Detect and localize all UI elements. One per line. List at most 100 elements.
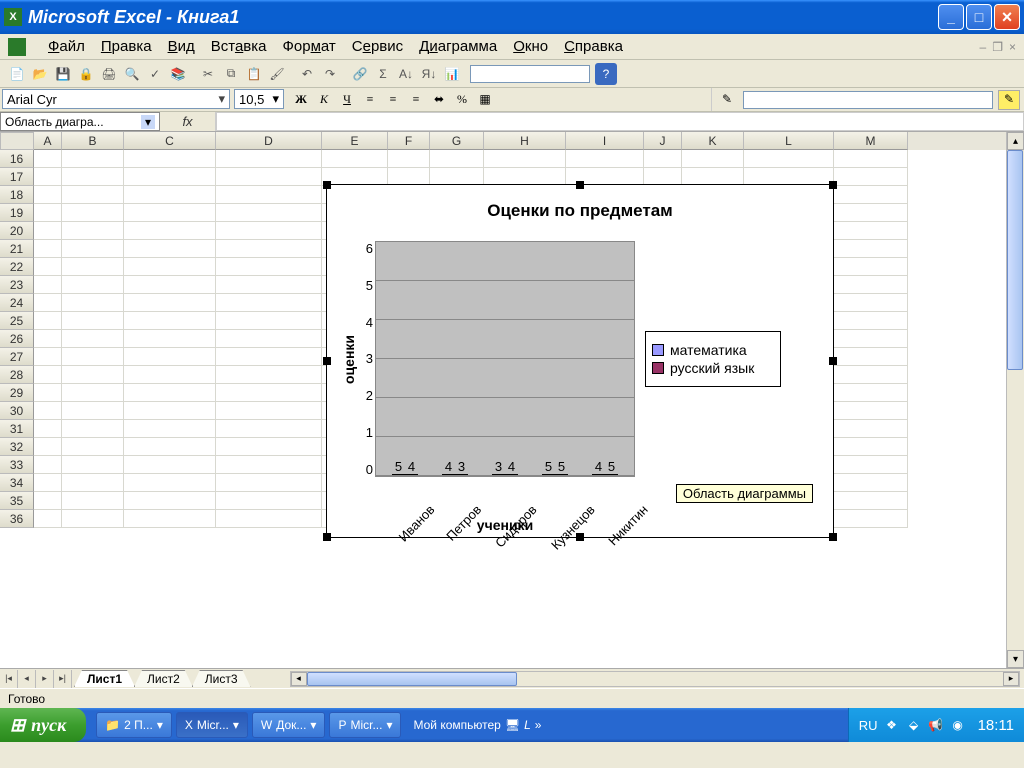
row-header-16[interactable]: 16	[0, 150, 34, 168]
bold-button[interactable]: Ж	[290, 90, 312, 110]
open-icon[interactable]: 📂	[29, 63, 51, 85]
row-header-29[interactable]: 29	[0, 384, 34, 402]
link-icon[interactable]: 🔗	[349, 63, 371, 85]
preview-icon[interactable]: 🔍	[121, 63, 143, 85]
tray-icon-4[interactable]: ◉	[950, 717, 966, 733]
scroll-left-button[interactable]: ◂	[291, 672, 307, 686]
undo-icon[interactable]: ↶	[296, 63, 318, 85]
scroll-right-button[interactable]: ▸	[1003, 672, 1019, 686]
fx-label[interactable]: fx	[160, 112, 216, 131]
doc-minimize-button[interactable]: –	[980, 40, 987, 54]
resize-handle-n[interactable]	[576, 181, 584, 189]
sort-desc-icon[interactable]: Я↓	[418, 63, 440, 85]
tab-sheet2[interactable]: Лист2	[134, 670, 193, 687]
col-header-F[interactable]: F	[388, 132, 430, 150]
row-header-17[interactable]: 17	[0, 168, 34, 186]
tray-icon-2[interactable]: ⬙	[906, 717, 922, 733]
hscroll-thumb[interactable]	[307, 672, 517, 686]
row-header-20[interactable]: 20	[0, 222, 34, 240]
col-header-E[interactable]: E	[322, 132, 388, 150]
research-icon[interactable]: 📚	[167, 63, 189, 85]
col-header-K[interactable]: K	[682, 132, 744, 150]
help-icon[interactable]: ?	[595, 63, 617, 85]
taskbar-mycomputer[interactable]: Мой компьютер 🖥 L »	[405, 712, 549, 738]
tab-last-button[interactable]: ▸|	[54, 670, 72, 688]
drawing-input[interactable]	[743, 91, 993, 109]
row-header-26[interactable]: 26	[0, 330, 34, 348]
borders-icon[interactable]: ▦	[474, 90, 496, 110]
tray-icon-3[interactable]: 📢	[928, 717, 944, 733]
align-left-icon[interactable]: ≡	[359, 90, 381, 110]
percent-icon[interactable]: %	[451, 90, 473, 110]
tab-next-button[interactable]: ▸	[36, 670, 54, 688]
doc-restore-button[interactable]: ❐	[992, 40, 1003, 54]
row-header-31[interactable]: 31	[0, 420, 34, 438]
row-header-22[interactable]: 22	[0, 258, 34, 276]
row-header-27[interactable]: 27	[0, 348, 34, 366]
doc-close-button[interactable]: ×	[1009, 40, 1016, 54]
lang-indicator[interactable]: RU	[859, 718, 878, 733]
taskbar-item-0[interactable]: 📁2 П...▾	[96, 712, 172, 738]
sort-asc-icon[interactable]: A↓	[395, 63, 417, 85]
font-select[interactable]: Arial Cyr▾	[2, 89, 230, 109]
draw-icon[interactable]: ✎	[716, 90, 738, 110]
taskbar-item-2[interactable]: WДок...▾	[252, 712, 326, 738]
align-right-icon[interactable]: ≡	[405, 90, 427, 110]
permission-icon[interactable]: 🔒	[75, 63, 97, 85]
taskbar-item-1[interactable]: XMicr...▾	[176, 712, 248, 738]
col-header-L[interactable]: L	[744, 132, 834, 150]
save-icon[interactable]: 💾	[52, 63, 74, 85]
autosum-icon[interactable]: Σ	[372, 63, 394, 85]
row-header-19[interactable]: 19	[0, 204, 34, 222]
row-header-36[interactable]: 36	[0, 510, 34, 528]
col-header-A[interactable]: A	[34, 132, 62, 150]
merge-icon[interactable]: ⬌	[428, 90, 450, 110]
row-header-24[interactable]: 24	[0, 294, 34, 312]
maximize-button[interactable]: □	[966, 4, 992, 30]
paste-icon[interactable]: 📋	[243, 63, 265, 85]
name-box[interactable]: Область диагра...▾	[0, 112, 160, 131]
col-header-H[interactable]: H	[484, 132, 566, 150]
new-icon[interactable]: 📄	[6, 63, 28, 85]
col-header-C[interactable]: C	[124, 132, 216, 150]
highlight-icon[interactable]: ✎	[998, 90, 1020, 110]
menu-insert[interactable]: Вставка	[203, 35, 275, 58]
close-button[interactable]: ×	[994, 4, 1020, 30]
resize-handle-sw[interactable]	[323, 533, 331, 541]
row-header-25[interactable]: 25	[0, 312, 34, 330]
menu-file[interactable]: Файл	[40, 35, 93, 58]
select-all-corner[interactable]	[0, 132, 34, 150]
redo-icon[interactable]: ↷	[319, 63, 341, 85]
col-header-J[interactable]: J	[644, 132, 682, 150]
formula-input[interactable]	[216, 112, 1024, 131]
col-header-B[interactable]: B	[62, 132, 124, 150]
scroll-down-button[interactable]: ▾	[1007, 650, 1024, 668]
app-icon[interactable]	[8, 38, 26, 56]
tray-icon-1[interactable]: ❖	[884, 717, 900, 733]
help-search-input[interactable]	[470, 65, 590, 83]
start-button[interactable]: ⊞пуск	[0, 708, 86, 742]
menu-help[interactable]: Справка	[556, 35, 631, 58]
tab-prev-button[interactable]: ◂	[18, 670, 36, 688]
resize-handle-w[interactable]	[323, 357, 331, 365]
horizontal-scrollbar[interactable]: ◂ ▸	[290, 671, 1020, 687]
menu-view[interactable]: Вид	[160, 35, 203, 58]
row-header-34[interactable]: 34	[0, 474, 34, 492]
scroll-up-button[interactable]: ▴	[1007, 132, 1024, 150]
row-header-32[interactable]: 32	[0, 438, 34, 456]
underline-button[interactable]: Ч	[336, 90, 358, 110]
row-header-18[interactable]: 18	[0, 186, 34, 204]
italic-button[interactable]: К	[313, 90, 335, 110]
chart-icon[interactable]: 📊	[441, 63, 463, 85]
cut-icon[interactable]: ✂	[197, 63, 219, 85]
col-header-M[interactable]: M	[834, 132, 908, 150]
row-header-30[interactable]: 30	[0, 402, 34, 420]
minimize-button[interactable]: _	[938, 4, 964, 30]
menu-service[interactable]: Сервис	[344, 35, 411, 58]
resize-handle-se[interactable]	[829, 533, 837, 541]
resize-handle-nw[interactable]	[323, 181, 331, 189]
resize-handle-ne[interactable]	[829, 181, 837, 189]
resize-handle-s[interactable]	[576, 533, 584, 541]
tab-first-button[interactable]: |◂	[0, 670, 18, 688]
row-header-33[interactable]: 33	[0, 456, 34, 474]
